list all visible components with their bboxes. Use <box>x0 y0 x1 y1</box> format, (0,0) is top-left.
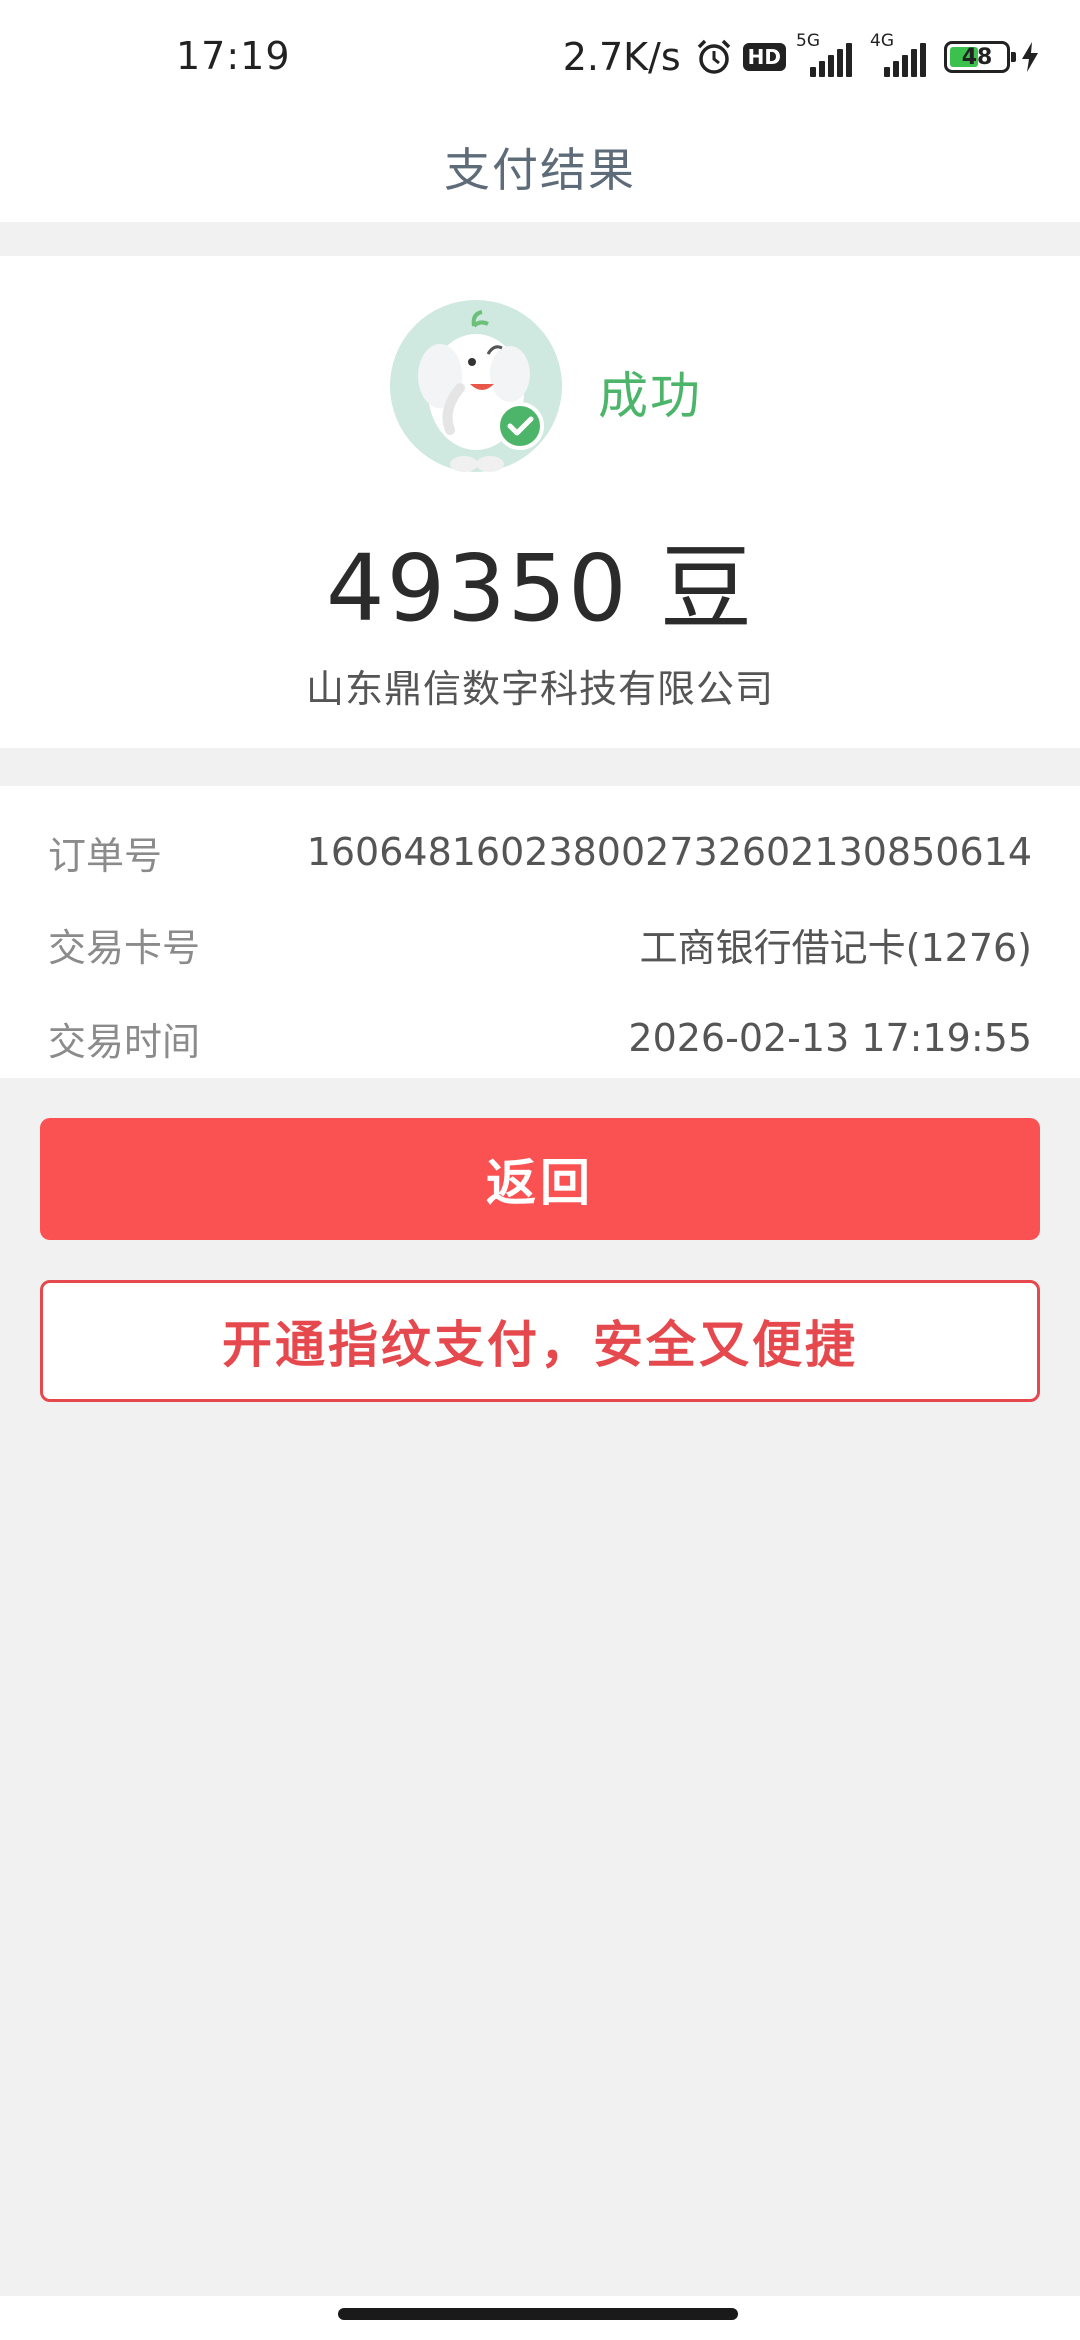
net-speed: 2.7K/s <box>562 35 681 79</box>
status-time: 17:19 <box>176 34 291 78</box>
status-bar: 17:19 2.7K/s HD 5G 4G 48 <box>0 0 1080 112</box>
back-button[interactable]: 返回 <box>40 1118 1040 1240</box>
transaction-details: 订单号 1606481602380027326021308506​14 交易卡号… <box>0 786 1080 1078</box>
gesture-nav-bar <box>0 2296 1080 2340</box>
page-title: 支付结果 <box>444 143 636 197</box>
card-number-row: 交易卡号 工商银行借记卡(1276) <box>48 914 1032 974</box>
elephant-mascot-icon <box>390 296 562 478</box>
battery-level: 48 <box>961 44 993 70</box>
charging-icon <box>1020 41 1040 73</box>
detail-label: 交易卡号 <box>48 925 201 970</box>
status-icons: 2.7K/s HD 5G 4G 48 <box>562 31 1040 82</box>
battery-icon: 48 <box>944 41 1016 73</box>
detail-value: 1606481602380027326021308506​14 <box>306 830 1032 874</box>
merchant-name: 山东鼎信数字科技有限公司 <box>305 667 774 711</box>
home-indicator[interactable] <box>338 2308 738 2320</box>
hd-icon: HD <box>742 43 786 71</box>
enable-fingerprint-pay-button[interactable]: 开通指纹支付，安全又便捷 <box>40 1280 1040 1402</box>
result-card: 成功 49350 豆 山东鼎信数字科技有限公司 <box>0 256 1080 748</box>
detail-label: 订单号 <box>48 833 163 878</box>
transaction-time-row: 交易时间 2026-02-13 17:19:55 <box>48 1008 1032 1068</box>
signal-5g-icon: 5G <box>796 31 860 77</box>
signal-4g-icon: 4G <box>870 31 934 77</box>
detail-value: 2026-02-13 17:19:55 <box>628 1016 1032 1060</box>
payment-status: 成功 <box>598 367 702 425</box>
alarm-icon <box>695 38 733 76</box>
title-bar: 支付结果 <box>0 112 1080 222</box>
detail-label: 交易时间 <box>48 1019 201 1064</box>
detail-value: 工商银行借记卡(1276) <box>639 925 1032 970</box>
payment-amount: 49350 豆 <box>326 535 754 642</box>
order-number-row: 订单号 1606481602380027326021308506​14 <box>48 822 1032 882</box>
